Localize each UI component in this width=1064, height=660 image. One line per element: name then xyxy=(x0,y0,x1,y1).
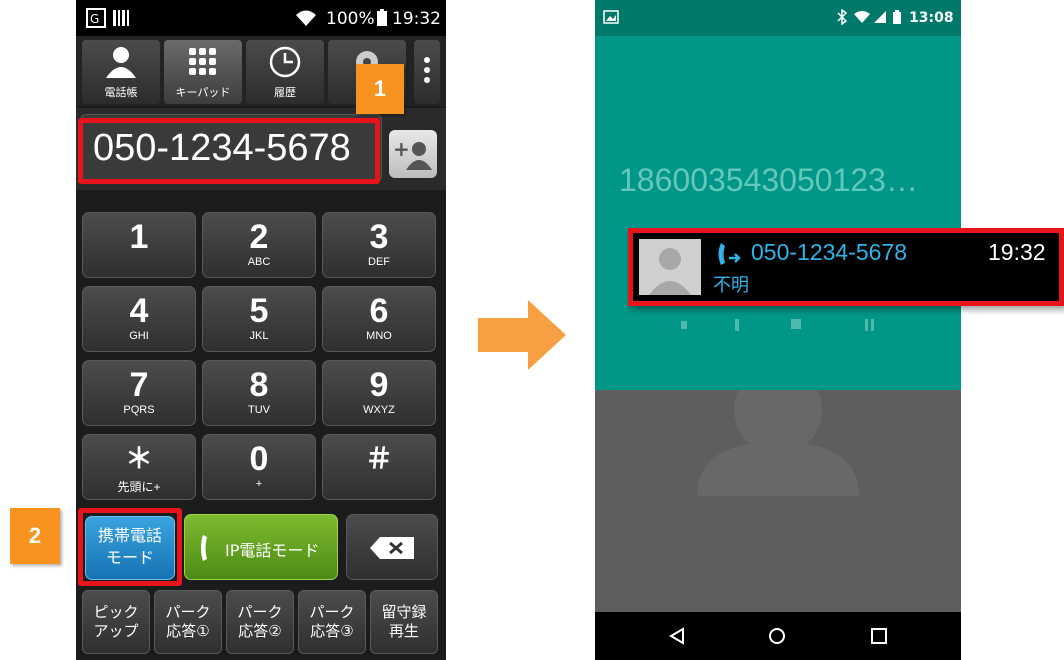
tab-history[interactable]: 履歴 xyxy=(246,40,324,104)
dialing-number: 186003543050123… xyxy=(619,162,918,198)
tab-contacts[interactable]: 電話帳 xyxy=(82,40,160,104)
battery-icon xyxy=(376,9,388,32)
back-icon[interactable] xyxy=(667,626,687,646)
caller-number: 050-1234-5678 xyxy=(751,239,908,265)
battery-percent: 100% xyxy=(326,9,375,29)
key-7[interactable]: 7 PQRS xyxy=(82,360,196,426)
home-icon[interactable] xyxy=(767,626,787,646)
key-6[interactable]: 6 MNO xyxy=(322,286,436,352)
pickup-button[interactable]: ピック アップ xyxy=(82,590,150,654)
key-2[interactable]: 2 ABC xyxy=(202,212,316,278)
arrow-right-icon xyxy=(478,300,566,370)
park-answer-1-button[interactable]: パーク 応答① xyxy=(154,590,222,654)
right-phone-screen: 13:08 186003543050123… xyxy=(595,0,961,660)
person-icon xyxy=(106,47,136,78)
voicemail-play-button[interactable]: 留守録 再生 xyxy=(370,590,438,654)
image-notification-icon xyxy=(603,10,619,24)
tab-keypad[interactable]: キーパッド xyxy=(164,40,242,104)
overflow-menu-button[interactable] xyxy=(414,40,440,104)
person-silhouette-icon xyxy=(649,248,691,295)
park-answer-2-button[interactable]: パーク 応答② xyxy=(226,590,294,654)
navigation-bar xyxy=(595,612,961,660)
recents-icon[interactable] xyxy=(869,626,889,646)
bluetooth-icon xyxy=(837,9,848,25)
highlight-mobile-mode xyxy=(78,508,182,586)
barcode-icon xyxy=(112,9,130,32)
add-contact-button[interactable]: + xyxy=(389,130,437,178)
caller-avatar xyxy=(639,239,701,295)
clock-icon xyxy=(269,46,301,78)
key-8[interactable]: 8 TUV xyxy=(202,360,316,426)
key-3[interactable]: 3 DEF xyxy=(322,212,436,278)
key-5[interactable]: 5 JKL xyxy=(202,286,316,352)
notification-time: 19:32 xyxy=(988,239,1046,265)
call-header xyxy=(595,36,961,390)
svg-text:+: + xyxy=(393,137,410,161)
keypad-icon xyxy=(189,48,216,75)
app-notification-icon: G xyxy=(86,8,106,33)
tab-label: 電話帳 xyxy=(104,86,138,99)
key-hash[interactable]: ＃ xyxy=(322,434,436,500)
more-vertical-icon xyxy=(424,57,430,83)
incoming-call-notification[interactable]: 050-1234-5678 19:32 不明 xyxy=(628,228,1064,306)
clock-time: 19:32 xyxy=(392,9,441,29)
ip-mode-label: IP電話モード xyxy=(225,541,320,560)
phone-handset-icon xyxy=(201,535,207,561)
default-avatar-icon xyxy=(697,366,859,496)
park-answer-3-button[interactable]: パーク 応答③ xyxy=(298,590,366,654)
key-0[interactable]: 0 + xyxy=(202,434,316,500)
add-person-icon: + xyxy=(393,137,432,170)
backspace-icon xyxy=(370,537,414,559)
status-bar: G 100% 19:32 xyxy=(76,0,446,36)
tab-label: 履歴 xyxy=(274,86,296,99)
key-4[interactable]: 4 GHI xyxy=(82,286,196,352)
status-bar: 13:08 xyxy=(595,0,961,36)
key-star[interactable]: ＊先頭に+ xyxy=(82,434,196,500)
caller-status: 不明 xyxy=(713,275,749,296)
wifi-icon xyxy=(294,8,318,33)
call-forward-icon xyxy=(718,243,741,265)
step-1-callout: 1 xyxy=(356,64,404,114)
backspace-button[interactable] xyxy=(346,514,438,580)
cell-signal-icon xyxy=(874,11,886,23)
wifi-icon xyxy=(854,11,870,23)
ip-phone-mode-button[interactable]: IP電話モード xyxy=(184,514,338,580)
caller-photo-area xyxy=(595,366,961,612)
tab-label: キーパッド xyxy=(175,86,231,99)
key-1[interactable]: 1 xyxy=(82,212,196,278)
key-9[interactable]: 9 WXYZ xyxy=(322,360,436,426)
battery-icon xyxy=(893,10,901,24)
step-2-callout: 2 xyxy=(10,508,60,564)
svg-text:G: G xyxy=(90,12,99,26)
call-controls xyxy=(681,319,874,331)
clock-time: 13:08 xyxy=(909,10,954,26)
highlight-dialed-number xyxy=(78,118,380,184)
